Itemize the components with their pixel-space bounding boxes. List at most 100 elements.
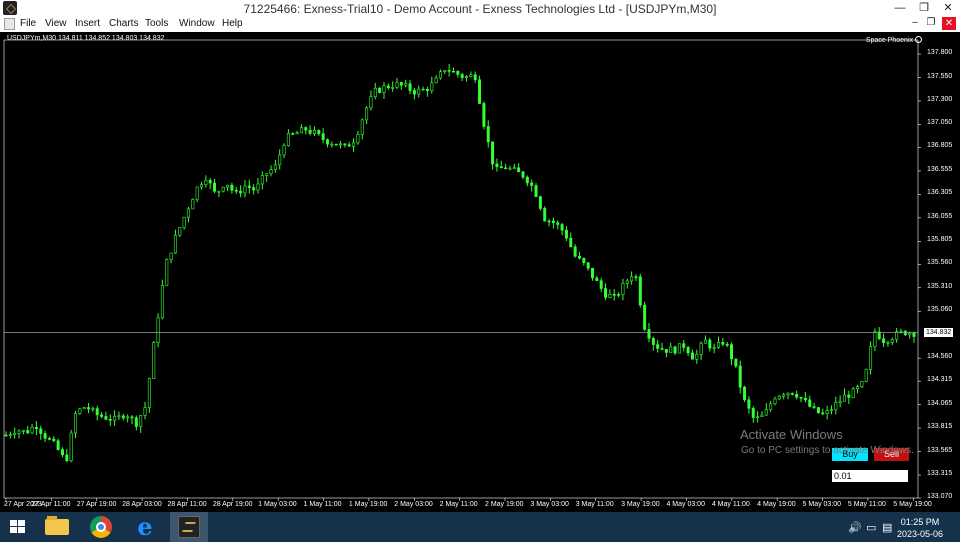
candle-body [78, 408, 82, 414]
activate-windows-title: Activate Windows [740, 427, 843, 442]
candle-body [460, 74, 464, 78]
candle-body [321, 133, 325, 140]
candle-body [160, 285, 164, 319]
candle-body [108, 419, 112, 421]
candle-body [117, 415, 121, 418]
menu-view[interactable]: View [45, 18, 67, 29]
title-bar: 71225466: Exness-Trial10 - Demo Account … [0, 0, 960, 18]
candle-body [716, 342, 720, 348]
menu-charts[interactable]: Charts [109, 18, 138, 29]
candle-body [812, 406, 816, 408]
price-axis[interactable] [922, 32, 960, 512]
chart-restore-button[interactable]: ❐ [924, 17, 938, 28]
chart-minimize-button[interactable]: – [908, 17, 922, 28]
candle-body [186, 208, 190, 218]
candle-body [595, 277, 599, 281]
candle-body [8, 434, 12, 436]
candle-body [417, 88, 421, 95]
candle-body [743, 386, 747, 401]
chart-document-icon[interactable] [4, 18, 15, 30]
y-tick-label: 133.565 [927, 446, 953, 454]
candle-body [547, 220, 551, 223]
candle-body [808, 399, 812, 407]
x-tick-label: 4 May 11:00 [711, 501, 750, 508]
x-tick-label: 2 May 11:00 [439, 501, 478, 508]
candle-body [721, 342, 725, 345]
clock-time[interactable]: 01:25 PM [890, 517, 950, 527]
y-tick-label: 135.560 [927, 259, 953, 267]
candle-body [4, 434, 8, 437]
candle-body [339, 143, 343, 146]
candle-body [756, 416, 760, 418]
candle-body [60, 449, 64, 456]
current-price-label: 134.832 [924, 327, 954, 337]
candle-body [556, 222, 560, 225]
y-tick-label: 133.070 [927, 493, 953, 500]
candle-body [447, 70, 451, 72]
candle-body [643, 304, 647, 330]
lot-size-input[interactable]: 0.01 [832, 470, 908, 482]
candle-body [760, 414, 764, 417]
candle-body [630, 276, 634, 282]
candle-body [30, 426, 34, 434]
candle-body [226, 184, 230, 188]
taskbar-chrome[interactable] [82, 512, 120, 542]
candle-body [538, 196, 542, 209]
x-tick-label: 4 May 19:00 [757, 501, 796, 508]
candle-body [265, 173, 269, 176]
candle-body [890, 339, 894, 343]
candle-body [104, 416, 108, 420]
candle-body [651, 337, 655, 345]
candle-body [26, 430, 30, 434]
x-tick-label: 28 Apr 19:00 [212, 501, 253, 508]
candle-body [769, 403, 773, 410]
candle-body [686, 347, 690, 354]
candle-body [208, 180, 212, 184]
clock-date[interactable]: 2023-05-06 [890, 529, 950, 539]
start-button[interactable] [0, 512, 36, 542]
menu-tools[interactable]: Tools [145, 18, 168, 29]
candle-body [373, 87, 377, 98]
menu-help[interactable]: Help [222, 18, 243, 29]
candle-body [486, 126, 490, 143]
candle-body [343, 143, 347, 146]
candle-body [582, 257, 586, 263]
menu-insert[interactable]: Insert [75, 18, 100, 29]
candle-body [864, 369, 868, 382]
chart-close-button[interactable]: ✕ [942, 17, 956, 30]
candle-body [395, 82, 399, 88]
y-tick-label: 136.305 [927, 189, 953, 197]
taskbar-exness-terminal[interactable] [170, 512, 208, 542]
x-tick-label: 1 May 11:00 [303, 501, 342, 508]
network-icon[interactable]: ▭ [866, 521, 876, 534]
y-tick-label: 134.315 [927, 376, 953, 384]
candle-body [734, 358, 738, 367]
candle-body [356, 134, 360, 144]
candle-body [404, 83, 408, 86]
candle-body [573, 246, 577, 257]
menu-window[interactable]: Window [179, 18, 215, 29]
candle-body [91, 408, 95, 410]
y-tick-label: 137.550 [927, 72, 953, 80]
candle-body [378, 87, 382, 93]
candle-body [330, 143, 334, 146]
window-maximize-button[interactable]: ❐ [912, 0, 936, 17]
menu-file[interactable]: File [20, 18, 36, 29]
candle-body [712, 347, 716, 349]
candle-body [273, 164, 277, 170]
candle-body [656, 344, 660, 349]
candle-body [751, 408, 755, 418]
candle-body [703, 339, 707, 344]
taskbar-internet-explorer[interactable]: e [126, 512, 164, 542]
candle-body [495, 163, 499, 168]
candle-body [456, 70, 460, 75]
taskbar-file-explorer[interactable] [38, 512, 76, 542]
candle-body [604, 288, 608, 298]
candle-body [360, 119, 364, 135]
folder-icon [45, 516, 69, 535]
window-minimize-button[interactable]: — [888, 0, 912, 17]
volume-icon[interactable]: 🔊 [848, 521, 862, 534]
candle-body [473, 74, 477, 81]
window-close-button[interactable]: ✕ [936, 0, 960, 17]
candle-body [617, 294, 621, 296]
